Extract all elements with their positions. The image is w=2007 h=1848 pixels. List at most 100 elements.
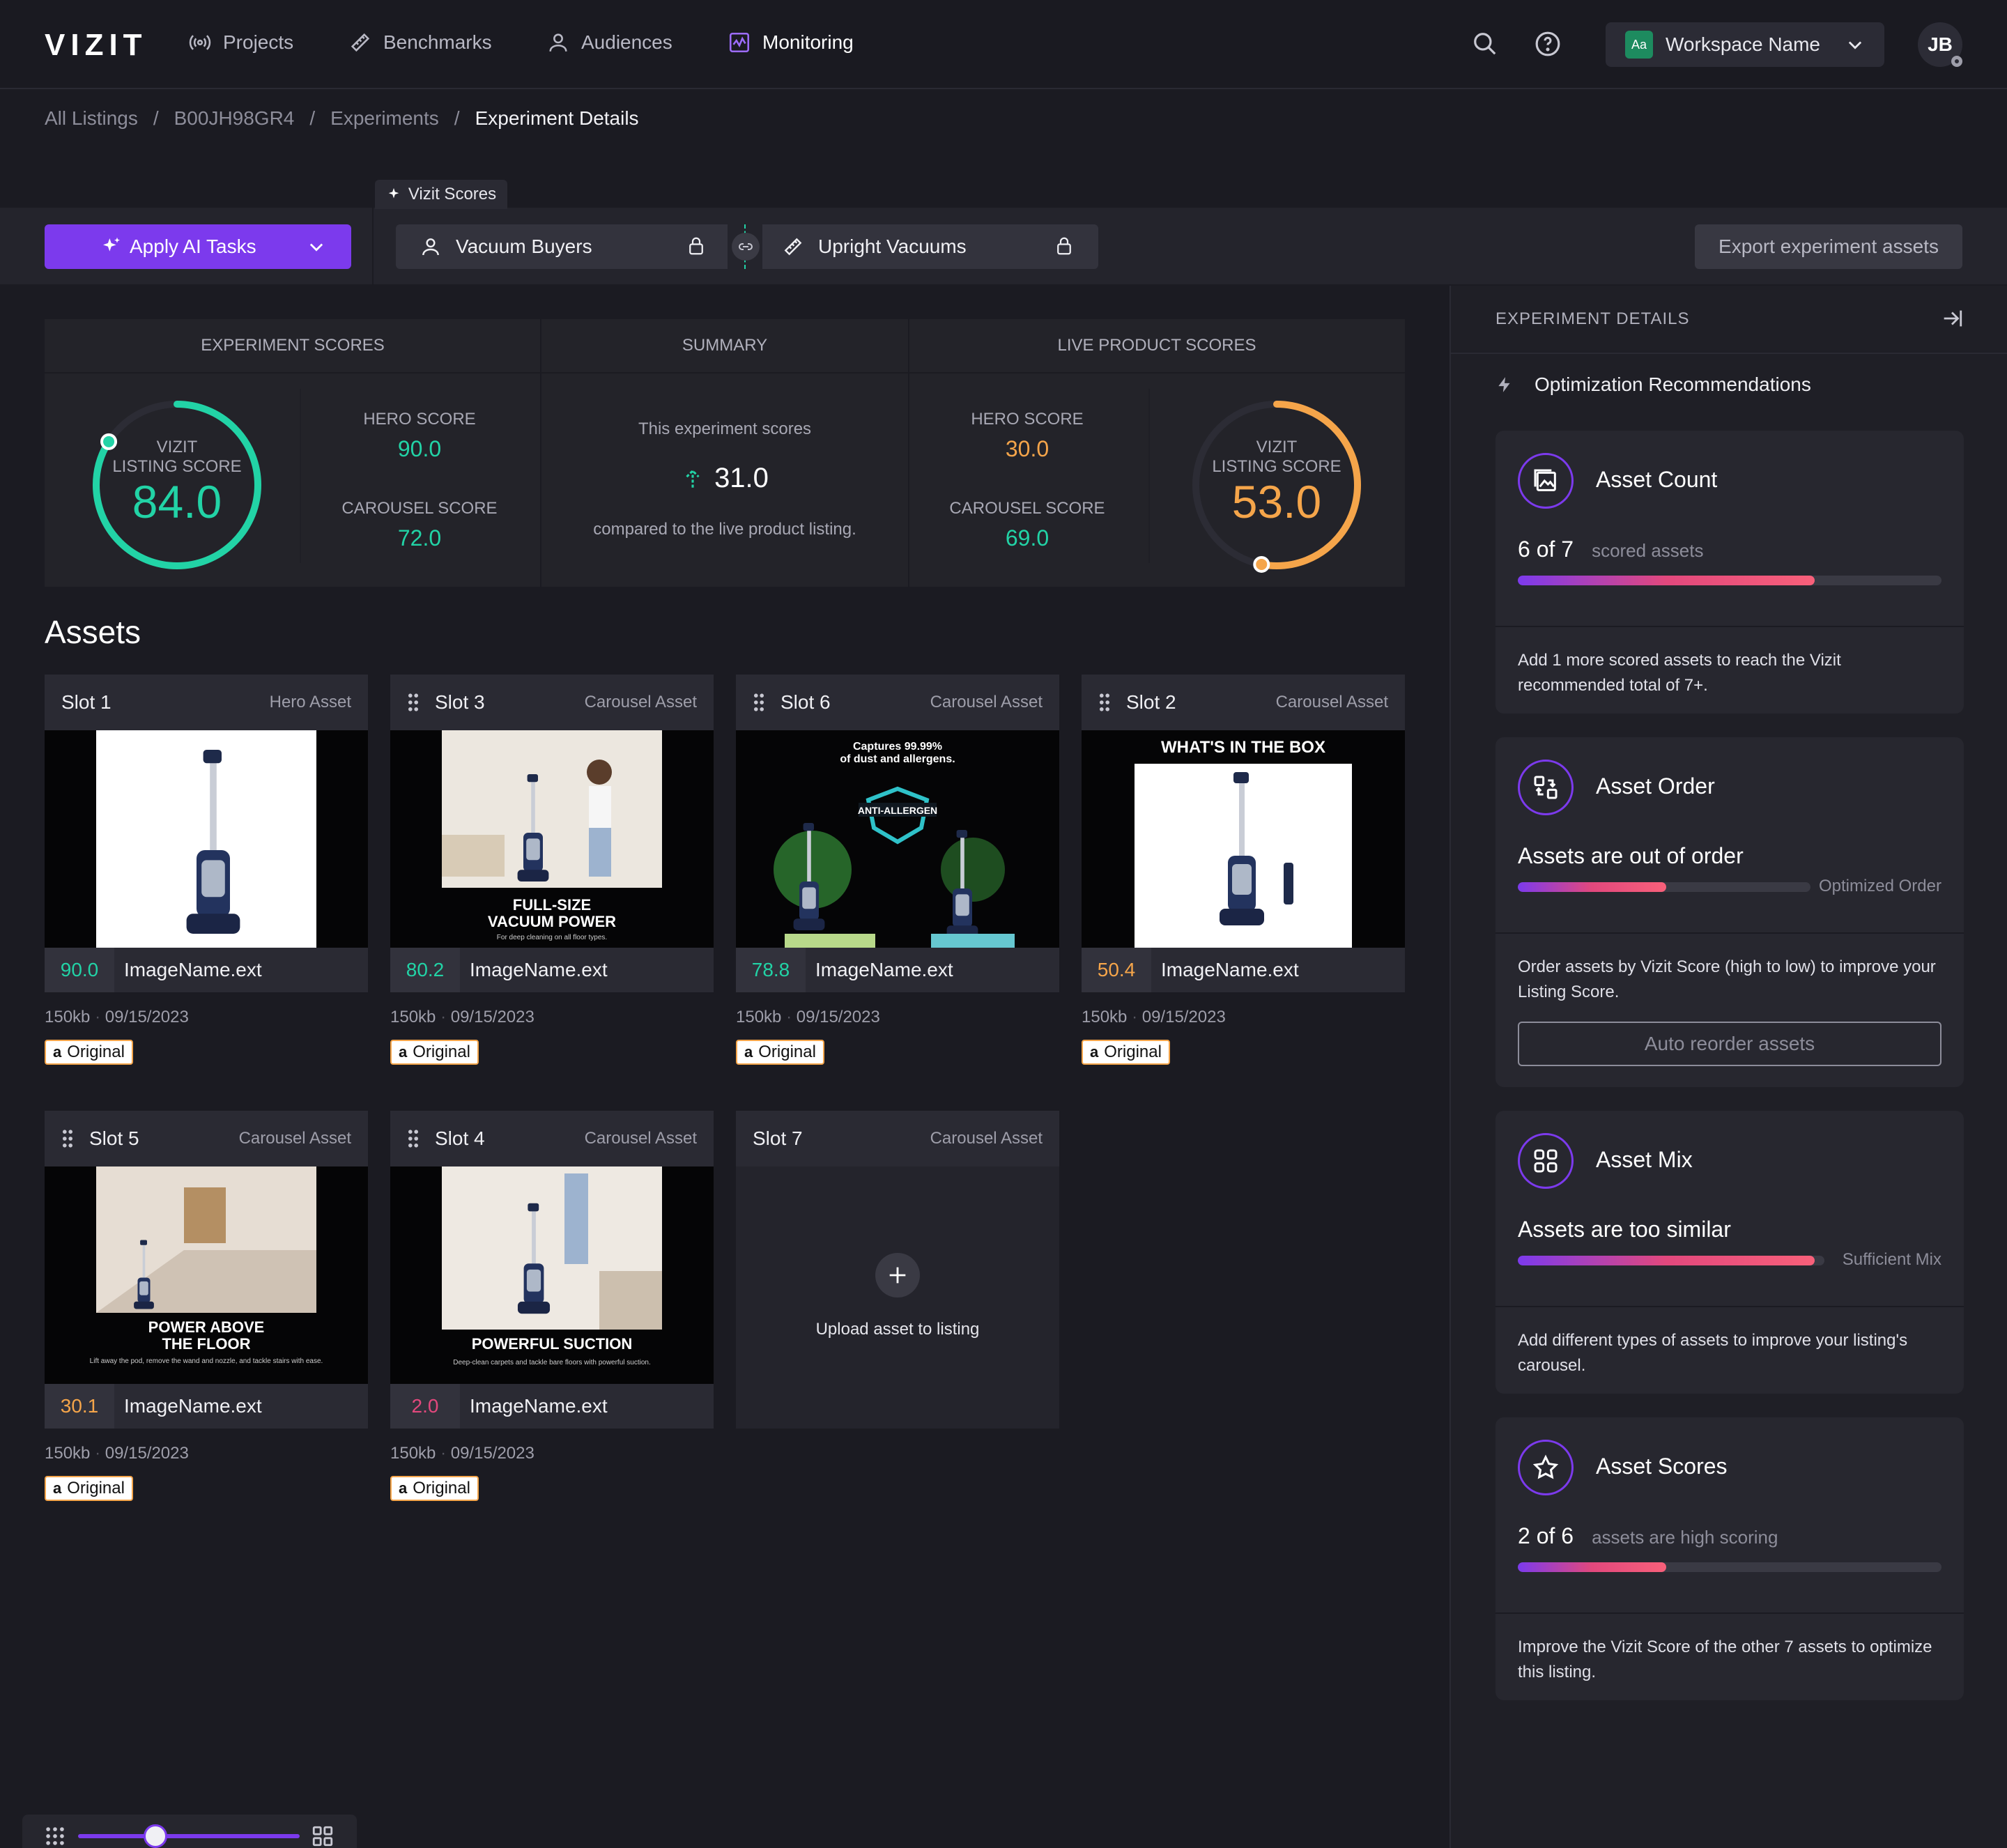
slot-label: Slot 6	[780, 691, 831, 713]
breadcrumb-all-listings[interactable]: All Listings	[45, 107, 138, 130]
asset-mix-card: Asset Mix Assets are too similar Suffici…	[1495, 1111, 1964, 1394]
svg-text:WHAT'S IN THE BOX: WHAT'S IN THE BOX	[1161, 738, 1325, 757]
top-navigation: VIZIT Projects Benchmarks Audiences Moni…	[0, 0, 2007, 89]
optimization-recommendations: Optimization Recommendations	[1535, 374, 1811, 395]
asset-card[interactable]: Slot 6 Carousel Asset Captures 99.99% of …	[736, 675, 1059, 1065]
lock-icon[interactable]	[686, 236, 707, 256]
vizit-scores-tab-label: Vizit Scores	[408, 185, 497, 203]
breadcrumb: All Listings / B00JH98GR4 / Experiments / E…	[45, 107, 639, 130]
asset-meta: 150kb · 09/15/2023	[1082, 1008, 1226, 1026]
asset-meta: 150kb · 09/15/2023	[390, 1444, 535, 1463]
scores-panel: EXPERIMENT SCORES SUMMARY LIVE PRODUCT S…	[45, 319, 1405, 587]
lock-icon[interactable]	[1054, 236, 1075, 256]
asset-card[interactable]: Slot 5 Carousel Asset POWER ABOVE THE FLO…	[45, 1111, 368, 1501]
nav-projects[interactable]: Projects	[188, 31, 293, 54]
drag-handle-icon[interactable]	[1098, 693, 1111, 712]
card-header: Slot 7 Carousel Asset	[736, 1111, 1059, 1166]
avatar[interactable]: JB	[1918, 22, 1962, 67]
panel-divider	[300, 389, 301, 563]
panel-divider	[908, 319, 909, 587]
panel-divider	[540, 319, 541, 587]
live-carousel-label: CAROUSEL SCORE	[949, 499, 1105, 518]
export-assets-button[interactable]: Export experiment assets	[1695, 224, 1962, 269]
link-icon[interactable]	[732, 233, 760, 261]
experiment-carousel-score: 72.0	[397, 525, 442, 550]
asset-type: Carousel Asset	[930, 693, 1043, 711]
asset-card[interactable]: Slot 2 Carousel Asset WHAT'S IN THE BOX …	[1082, 675, 1405, 1065]
nav-projects-label: Projects	[223, 31, 294, 53]
asset-thumbnail[interactable]: POWERFUL SUCTION Deep-clean carpets and t…	[390, 1166, 714, 1384]
apply-ai-tasks-label: Apply AI Tasks	[130, 236, 256, 257]
slot-label: Slot 2	[1126, 691, 1176, 713]
toolbar-divider	[372, 208, 374, 284]
assets-title: Assets	[45, 614, 141, 650]
small-grid-icon[interactable]	[43, 1824, 67, 1848]
asset-meta: 150kb · 09/15/2023	[45, 1008, 189, 1026]
asset-filename: ImageName.ext	[815, 959, 953, 980]
breadcrumb-experiments[interactable]: Experiments	[330, 107, 439, 130]
card-header: Slot 2 Carousel Asset	[1082, 675, 1405, 730]
upload-dropzone[interactable]: Upload asset to listing	[736, 1166, 1059, 1429]
drag-handle-icon[interactable]	[407, 693, 420, 712]
breadcrumb-asin[interactable]: B00JH98GR4	[174, 107, 295, 130]
swap-icon	[1518, 760, 1574, 815]
asset-filename: ImageName.ext	[470, 1395, 608, 1417]
asset-card[interactable]: Slot 4 Carousel Asset POWERFUL SUCTION De…	[390, 1111, 714, 1501]
auto-reorder-button[interactable]: Auto reorder assets	[1518, 1022, 1941, 1066]
asset-info-bar: 2.0 ImageName.ext	[390, 1384, 714, 1429]
panel-divider	[1148, 389, 1150, 563]
bar-label: Optimized Order	[1818, 877, 1941, 895]
vizit-logo[interactable]: VIZIT	[45, 28, 148, 63]
asset-count-card: Asset Count 6 of 7 scored assets Add 1 mo…	[1495, 431, 1964, 714]
asset-card[interactable]: Slot 1 Hero Asset 90.0 ImageName.ext 150…	[45, 675, 368, 1065]
nav-monitoring-label: Monitoring	[762, 31, 854, 53]
asset-meta: 150kb · 09/15/2023	[390, 1008, 535, 1026]
slider-thumb[interactable]	[144, 1824, 167, 1848]
experiment-hero-score: 90.0	[397, 436, 442, 461]
drag-handle-icon[interactable]	[407, 1129, 420, 1148]
asset-thumbnail[interactable]: POWER ABOVE THE FLOOR Lift away the pod, r…	[45, 1166, 368, 1384]
ruler-icon	[784, 238, 802, 256]
breadcrumb-separator: /	[309, 107, 316, 129]
original-badge: a Original	[390, 1476, 479, 1501]
asset-info-bar: 80.2 ImageName.ext	[390, 948, 714, 992]
asset-thumbnail[interactable]: Captures 99.99% of dust and allergens. ANT…	[736, 730, 1059, 948]
svg-text:POWER ABOVE: POWER ABOVE	[148, 1318, 265, 1336]
slider-track[interactable]	[78, 1834, 300, 1838]
card-metric: 6 of 7 scored assets	[1518, 537, 1704, 562]
nav-audiences-label: Audiences	[581, 31, 672, 53]
workspace-badge: Aa	[1625, 31, 1653, 59]
summary-delta-value: 31.0	[714, 463, 769, 493]
benchmark-selector[interactable]: Upright Vacuums	[762, 224, 1098, 269]
drag-handle-icon[interactable]	[61, 1129, 74, 1148]
amazon-icon: a	[53, 1479, 62, 1497]
card-text: Add 1 more scored assets to reach the Vi…	[1518, 651, 1841, 695]
asset-thumbnail[interactable]: FULL-SIZE VACUUM POWER For deep cleaning o…	[390, 730, 714, 948]
chevron-down-icon	[309, 243, 323, 252]
apply-ai-tasks-button[interactable]: Apply AI Tasks	[45, 224, 351, 269]
nav-audiences[interactable]: Audiences	[546, 31, 672, 54]
amazon-icon: a	[744, 1043, 753, 1061]
bar-label: Sufficient Mix	[1842, 1250, 1941, 1269]
vizit-scores-tab[interactable]: Vizit Scores	[375, 180, 507, 209]
audience-selector[interactable]: Vacuum Buyers	[396, 224, 728, 269]
asset-thumbnail[interactable]	[45, 730, 368, 948]
live-carousel-score: 69.0	[1005, 525, 1049, 550]
drag-handle-icon[interactable]	[753, 693, 765, 712]
arrow-up-icon	[686, 468, 700, 488]
search-icon[interactable]	[1472, 31, 1498, 57]
thumbnail-size-slider[interactable]	[22, 1815, 357, 1848]
asset-thumbnail[interactable]: WHAT'S IN THE BOX	[1082, 730, 1405, 948]
plus-icon[interactable]	[875, 1253, 920, 1298]
large-grid-icon[interactable]	[311, 1824, 334, 1848]
collapse-panel-icon[interactable]	[1940, 307, 1964, 330]
asset-card[interactable]: Slot 3 Carousel Asset FULL-SIZE VACUUM PO…	[390, 675, 714, 1065]
experiment-listing-score: 84.0	[132, 476, 222, 528]
help-icon[interactable]	[1535, 31, 1561, 57]
nav-benchmarks[interactable]: Benchmarks	[348, 31, 492, 54]
workspace-selector[interactable]: Aa Workspace Name	[1606, 22, 1884, 67]
live-scores-header: LIVE PRODUCT SCORES	[909, 319, 1405, 374]
progress-bar	[1518, 1256, 1824, 1265]
breadcrumb-separator: /	[153, 107, 159, 129]
nav-monitoring[interactable]: Monitoring	[728, 31, 854, 54]
